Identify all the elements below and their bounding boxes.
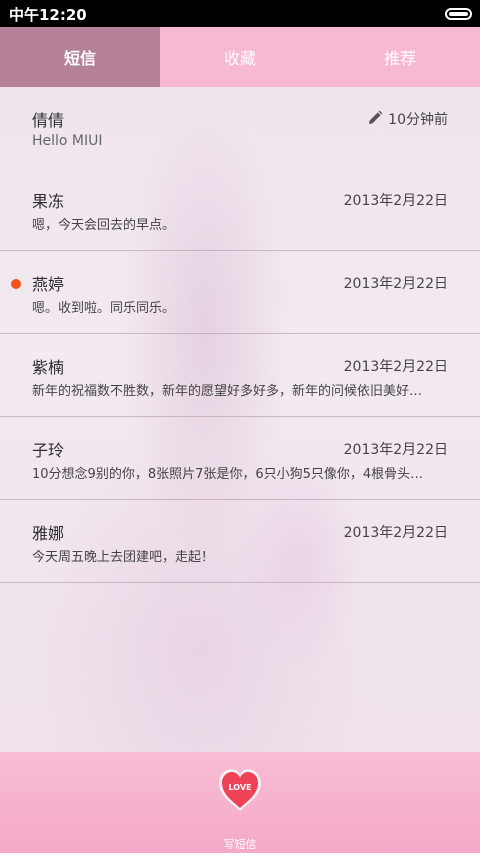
heart-icon: LOVE (219, 769, 261, 811)
message-preview: 嗯，今天会回去的早点。 (32, 218, 176, 233)
message-preview: 今天周五晚上去团建吧，走起！ (32, 550, 215, 565)
contact-name: 倩倩 (32, 111, 65, 130)
status-bar: 中午12:20 (0, 0, 480, 27)
status-time: 中午12:20 (9, 6, 87, 24)
message-date: 2013年2月22日 (343, 442, 448, 458)
conversation-row[interactable]: 雅娜 今天周五晚上去团建吧，走起！ 2013年2月22日 (0, 500, 480, 583)
pencil-draft-icon (369, 110, 383, 124)
compose-label: 写短信 (223, 838, 257, 851)
battery-icon (445, 8, 472, 20)
conversation-row[interactable]: 倩倩 Hello MIUI 10分钟前 (0, 87, 480, 168)
bottom-bar: LOVE 写短信 (0, 752, 480, 853)
message-preview: 新年的祝福数不胜数，新年的愿望好多好多，新年的问候依旧美好… (32, 384, 423, 399)
contact-name: 果冻 (32, 192, 65, 211)
message-preview: Hello MIUI (32, 133, 103, 149)
contact-name: 燕婷 (32, 275, 65, 294)
contact-name: 紫楠 (32, 358, 65, 377)
contact-name: 子玲 (32, 441, 65, 460)
tab-sms[interactable]: 短信 (0, 27, 160, 87)
heart-icon-text: LOVE (228, 783, 251, 792)
message-time: 10分钟前 (388, 112, 448, 128)
tab-recommend[interactable]: 推荐 (320, 27, 480, 87)
message-date: 2013年2月22日 (343, 276, 448, 292)
message-date: 2013年2月22日 (343, 359, 448, 375)
conversation-row[interactable]: 果冻 嗯，今天会回去的早点。 2013年2月22日 (0, 168, 480, 251)
message-date: 2013年2月22日 (343, 193, 448, 209)
compose-message-button[interactable]: LOVE 写短信 (200, 762, 280, 852)
conversation-row[interactable]: 子玲 10分想念9别的你，8张照片7张是你，6只小狗5只像你，4根骨头… 201… (0, 417, 480, 500)
message-preview: 10分想念9别的你，8张照片7张是你，6只小狗5只像你，4根骨头… (32, 467, 424, 482)
message-date: 2013年2月22日 (343, 525, 448, 541)
unread-dot-icon (11, 279, 21, 289)
conversation-row[interactable]: 紫楠 新年的祝福数不胜数，新年的愿望好多好多，新年的问候依旧美好… 2013年2… (0, 334, 480, 417)
tab-favorites[interactable]: 收藏 (160, 27, 320, 87)
tab-bar: 短信 收藏 推荐 (0, 27, 480, 87)
conversation-row[interactable]: 燕婷 嗯。收到啦。同乐同乐。 2013年2月22日 (0, 251, 480, 334)
conversation-list: 倩倩 Hello MIUI 10分钟前 果冻 嗯，今天会回去的早点。 2013年… (0, 87, 480, 583)
contact-name: 雅娜 (32, 524, 65, 543)
message-preview: 嗯。收到啦。同乐同乐。 (32, 301, 176, 316)
